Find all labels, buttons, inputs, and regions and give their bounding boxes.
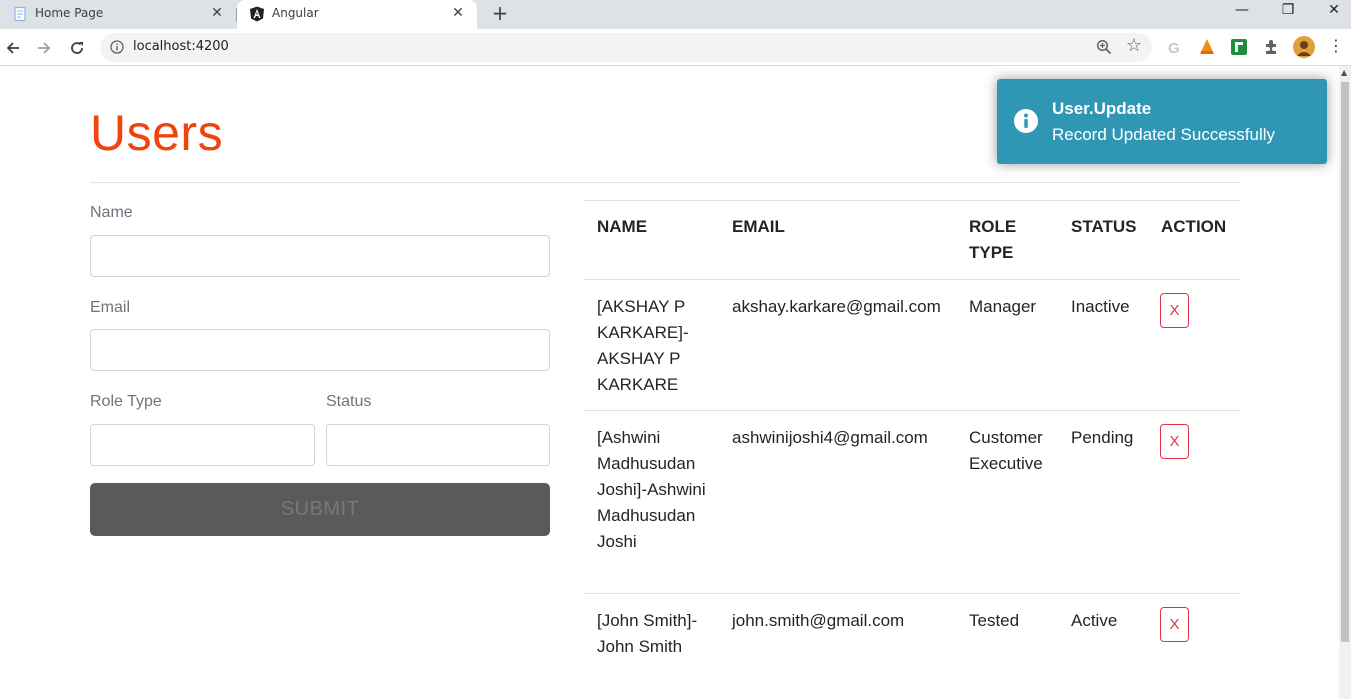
back-icon[interactable] [0, 35, 26, 61]
cell-email: akshay.karkare@gmail.com [732, 297, 941, 316]
google-extension-icon[interactable]: G [1166, 38, 1184, 56]
row-divider [583, 279, 1240, 280]
scrollbar-thumb[interactable] [1341, 82, 1349, 642]
header-name: NAME [597, 217, 648, 236]
role-type-field[interactable] [90, 424, 315, 466]
cell-role: Tested [969, 611, 1020, 630]
row-divider [583, 410, 1240, 411]
delete-button[interactable]: X [1160, 424, 1189, 459]
star-icon[interactable]: ☆ [1126, 36, 1142, 56]
angular-icon [250, 6, 264, 22]
svg-text:G: G [1168, 40, 1180, 56]
close-window-icon[interactable]: ✕ [1311, 0, 1351, 29]
cell-role: Manager [969, 297, 1037, 316]
restore-icon[interactable]: ❐ [1265, 0, 1311, 29]
forward-icon[interactable] [31, 35, 57, 61]
address-bar[interactable]: localhost:4200 ☆ [100, 33, 1152, 62]
header-role-type: ROLE TYPE [969, 217, 1017, 262]
status-label: Status [326, 393, 372, 410]
tab-title: Angular [272, 6, 319, 20]
page-title: Users [90, 105, 224, 161]
info-icon [1014, 109, 1038, 133]
close-icon[interactable]: ✕ [208, 4, 226, 22]
toast-message: Record Updated Successfully [1052, 125, 1276, 144]
header-action: ACTION [1161, 217, 1227, 236]
zoom-icon[interactable] [1096, 39, 1112, 55]
cell-status: Pending [1071, 428, 1134, 447]
vlc-extension-icon[interactable] [1198, 38, 1216, 56]
cell-email: john.smith@gmail.com [732, 611, 905, 630]
info-icon[interactable] [110, 40, 124, 54]
cell-email: ashwinijoshi4@gmail.com [732, 428, 928, 447]
tab-angular[interactable]: Angular ✕ [237, 0, 477, 29]
header-status: STATUS [1071, 217, 1137, 236]
minimize-icon[interactable]: — [1219, 0, 1265, 29]
divider [90, 182, 1240, 183]
name-label: Name [90, 204, 133, 221]
cell-status: Inactive [1071, 297, 1130, 316]
cell-status: Active [1071, 611, 1118, 630]
row-divider [583, 593, 1240, 594]
scrollbar[interactable]: ▲ [1339, 66, 1351, 699]
cell-name: [John Smith]-John Smith [597, 611, 698, 656]
submit-button[interactable]: SUBMIT [90, 483, 550, 536]
green-extension-icon[interactable] [1230, 38, 1248, 56]
role-type-label: Role Type [90, 393, 162, 410]
close-icon[interactable]: ✕ [449, 4, 467, 22]
tab-title: Home Page [35, 6, 104, 20]
tab-bar: Home Page ✕ Angular ✕ + — ❐ ✕ [0, 0, 1351, 29]
plus-icon[interactable]: + [488, 2, 512, 26]
tab-home-page[interactable]: Home Page ✕ [0, 0, 236, 29]
users-table [583, 200, 1240, 201]
delete-button[interactable]: X [1160, 293, 1189, 328]
page-icon [14, 6, 26, 22]
cell-name: [AKSHAY P KARKARE]-AKSHAY P KARKARE [597, 297, 689, 394]
menu-icon[interactable]: ⋮ [1327, 37, 1345, 55]
scroll-up-icon[interactable]: ▲ [1341, 68, 1347, 77]
email-label: Email [90, 299, 131, 316]
delete-button[interactable]: X [1160, 607, 1189, 642]
toast-title: User.Update [1052, 99, 1152, 118]
cell-role: Customer Executive [969, 428, 1043, 473]
extensions-icon[interactable] [1262, 38, 1280, 56]
reload-icon[interactable] [64, 35, 90, 61]
avatar[interactable] [1293, 36, 1315, 58]
header-email: EMAIL [732, 217, 785, 236]
browser-toolbar: localhost:4200 ☆ G ⋮ [0, 29, 1351, 66]
cell-name: [Ashwini Madhusudan Joshi]-Ashwini Madhu… [597, 428, 706, 551]
email-field[interactable] [90, 329, 550, 371]
status-field[interactable] [326, 424, 550, 466]
name-field[interactable] [90, 235, 550, 277]
url-text: localhost:4200 [133, 39, 229, 54]
toast-notification[interactable]: User.Update Record Updated Successfully [997, 79, 1327, 164]
